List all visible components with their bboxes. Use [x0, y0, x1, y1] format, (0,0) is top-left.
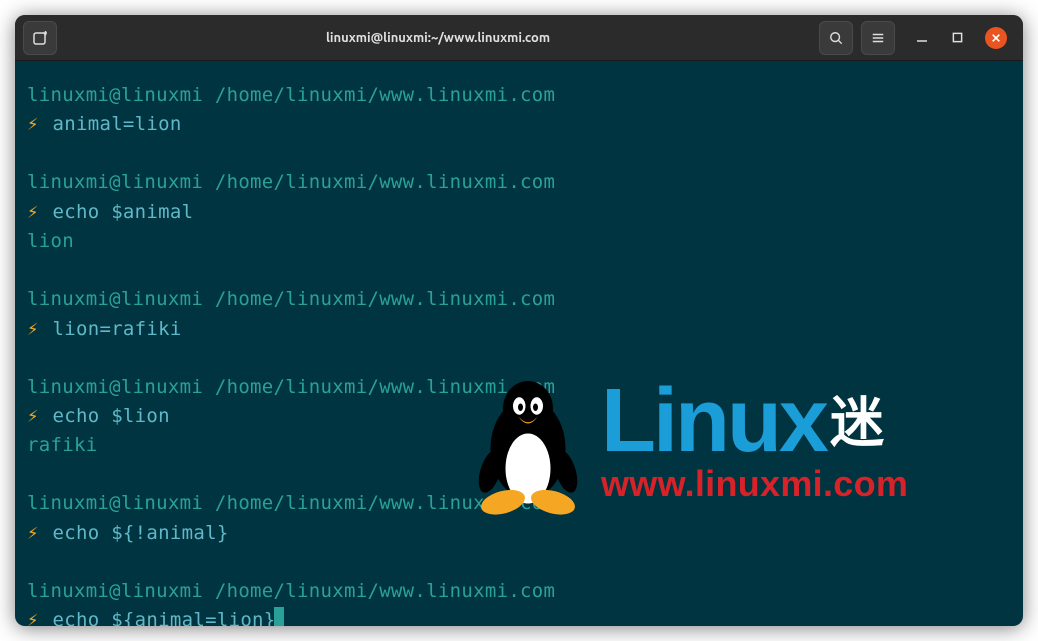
prompt-user: linuxmi@linuxmi — [27, 84, 203, 106]
prompt-line: linuxmi@linuxmi /home/linuxmi/www.linuxm… — [27, 81, 1011, 110]
command-line: ⚡ echo $lion — [27, 402, 1011, 431]
menu-button[interactable] — [861, 21, 895, 55]
minimize-icon — [916, 32, 928, 44]
blank-line — [27, 257, 1011, 286]
blank-line — [27, 140, 1011, 169]
prompt-path: /home/linuxmi/www.linuxmi.com — [215, 171, 555, 193]
close-button[interactable] — [985, 27, 1007, 49]
prompt-path: /home/linuxmi/www.linuxmi.com — [215, 84, 555, 106]
prompt-symbol: ⚡ — [27, 201, 39, 223]
prompt-user: linuxmi@linuxmi — [27, 580, 203, 602]
terminal-body[interactable]: linuxmi@linuxmi /home/linuxmi/www.linuxm… — [15, 61, 1023, 626]
prompt-path: /home/linuxmi/www.linuxmi.com — [215, 288, 555, 310]
new-tab-button[interactable] — [23, 21, 57, 55]
prompt-symbol: ⚡ — [27, 609, 39, 626]
command-text: lion=rafiki — [53, 318, 182, 340]
command-text: echo $animal — [53, 201, 194, 223]
prompt-user: linuxmi@linuxmi — [27, 376, 203, 398]
minimize-button[interactable] — [913, 29, 931, 47]
close-icon — [991, 33, 1001, 43]
prompt-symbol: ⚡ — [27, 113, 39, 135]
prompt-symbol: ⚡ — [27, 522, 39, 544]
prompt-user: linuxmi@linuxmi — [27, 492, 203, 514]
hamburger-icon — [871, 31, 885, 45]
prompt-line: linuxmi@linuxmi /home/linuxmi/www.linuxm… — [27, 489, 1011, 518]
window-title: linuxmi@linuxmi:~/www.linuxmi.com — [326, 31, 550, 45]
command-line: ⚡ lion=rafiki — [27, 315, 1011, 344]
prompt-line: linuxmi@linuxmi /home/linuxmi/www.linuxm… — [27, 577, 1011, 606]
search-button[interactable] — [819, 21, 853, 55]
prompt-path: /home/linuxmi/www.linuxmi.com — [215, 580, 555, 602]
prompt-symbol: ⚡ — [27, 405, 39, 427]
command-line: ⚡ echo ${!animal} — [27, 519, 1011, 548]
search-icon — [829, 31, 843, 45]
command-text: echo $lion — [53, 405, 170, 427]
command-line: ⚡ echo $animal — [27, 198, 1011, 227]
prompt-line: linuxmi@linuxmi /home/linuxmi/www.linuxm… — [27, 373, 1011, 402]
blank-line — [27, 344, 1011, 373]
output-line: rafiki — [27, 431, 1011, 460]
maximize-icon — [952, 32, 963, 43]
prompt-line: linuxmi@linuxmi /home/linuxmi/www.linuxm… — [27, 168, 1011, 197]
titlebar: linuxmi@linuxmi:~/www.linuxmi.com — [15, 15, 1023, 61]
command-line: ⚡ animal=lion — [27, 110, 1011, 139]
command-text: echo ${animal=lion} — [53, 609, 276, 626]
prompt-symbol: ⚡ — [27, 318, 39, 340]
new-tab-icon — [32, 30, 48, 46]
prompt-user: linuxmi@linuxmi — [27, 288, 203, 310]
command-text: echo ${!animal} — [53, 522, 229, 544]
maximize-button[interactable] — [949, 29, 967, 47]
command-line: ⚡ echo ${animal=lion} — [27, 606, 1011, 626]
prompt-path: /home/linuxmi/www.linuxmi.com — [215, 492, 555, 514]
prompt-user: linuxmi@linuxmi — [27, 171, 203, 193]
command-text: animal=lion — [53, 113, 182, 135]
cursor — [274, 607, 284, 626]
blank-line — [27, 461, 1011, 490]
prompt-path: /home/linuxmi/www.linuxmi.com — [215, 376, 555, 398]
prompt-line: linuxmi@linuxmi /home/linuxmi/www.linuxm… — [27, 285, 1011, 314]
blank-line — [27, 548, 1011, 577]
output-line: lion — [27, 227, 1011, 256]
terminal-window: linuxmi@linuxmi:~/www.linuxmi.com — [15, 15, 1023, 626]
